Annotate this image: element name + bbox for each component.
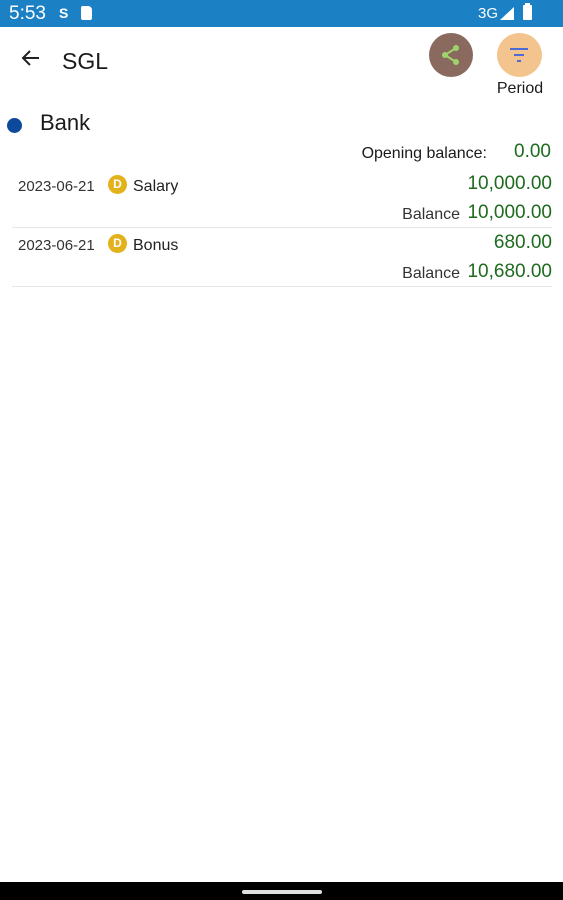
status-bar: 5:53 S 3G — [0, 0, 563, 27]
transaction-date: 2023-06-21 — [18, 237, 95, 254]
opening-balance-label: Opening balance: — [361, 145, 487, 162]
network-type: 3G — [478, 5, 499, 22]
back-button[interactable] — [17, 44, 47, 74]
running-balance: 10,000.00 — [467, 202, 552, 223]
account-color-dot — [7, 118, 22, 133]
transaction-date: 2023-06-21 — [18, 178, 95, 195]
transaction-description: Salary — [133, 178, 179, 195]
home-gesture-handle[interactable] — [242, 890, 322, 894]
transaction-amount: 10,000.00 — [467, 173, 552, 194]
transaction-amount: 680.00 — [493, 232, 552, 253]
debit-badge-icon: D — [108, 234, 127, 253]
transaction-row[interactable]: 2023-06-21 D Salary 10,000.00 Balance 10… — [12, 168, 552, 228]
page-title: SGL — [62, 48, 109, 74]
share-button[interactable] — [429, 33, 473, 77]
debit-badge-icon: D — [108, 175, 127, 194]
arrow-left-icon — [21, 50, 39, 66]
app-bar: SGL Period — [0, 27, 563, 100]
status-time: 5:53 — [9, 3, 46, 24]
transaction-row[interactable]: 2023-06-21 D Bonus 680.00 Balance 10,680… — [12, 227, 552, 287]
filter-icon — [510, 48, 528, 62]
balance-label: Balance — [402, 206, 460, 223]
signal-icon — [500, 7, 514, 20]
transaction-description: Bonus — [133, 237, 179, 254]
sd-card-icon — [81, 6, 92, 20]
period-filter-button[interactable] — [497, 33, 542, 77]
battery-icon — [523, 3, 532, 20]
sim-indicator-icon: S — [59, 5, 69, 21]
system-navigation-bar — [0, 882, 563, 900]
period-label[interactable]: Period — [492, 80, 548, 98]
account-name: Bank — [40, 110, 91, 135]
opening-balance-value: 0.00 — [514, 141, 551, 162]
running-balance: 10,680.00 — [467, 261, 552, 282]
share-icon — [442, 45, 459, 65]
balance-label: Balance — [402, 265, 460, 282]
